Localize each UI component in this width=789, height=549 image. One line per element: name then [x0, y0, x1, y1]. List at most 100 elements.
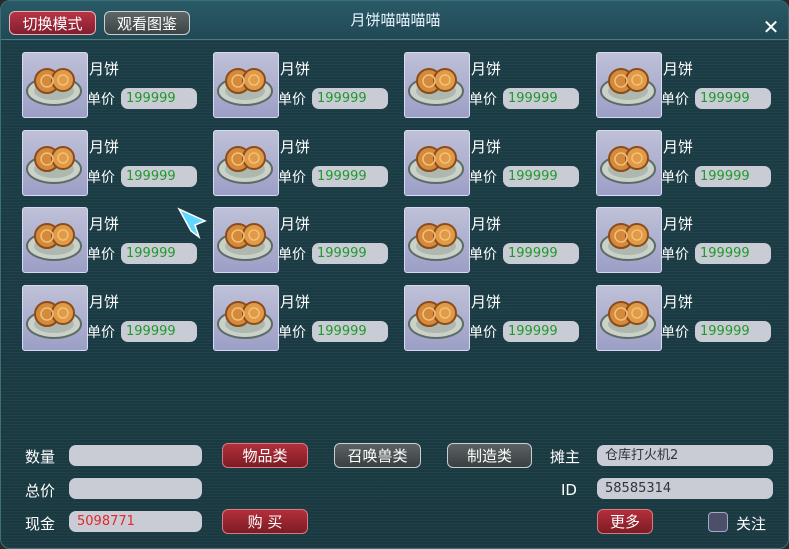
item-cell[interactable]: 月饼 单价 199999 [404, 207, 584, 275]
id-field: 58585314 [597, 478, 773, 499]
category-pets-button[interactable]: 召唤兽类 [334, 443, 421, 468]
price-label: 单价 [87, 170, 115, 186]
price-label: 单价 [278, 92, 306, 108]
item-slot[interactable] [22, 130, 88, 196]
item-cell[interactable]: 月饼 单价 199999 [213, 285, 393, 353]
price-value: 199999 [312, 243, 388, 264]
price-value: 199999 [503, 166, 579, 187]
price-label: 单价 [661, 92, 689, 108]
mooncake-icon [600, 68, 656, 106]
mooncake-icon [217, 223, 273, 261]
price-label: 单价 [661, 170, 689, 186]
price-label: 单价 [661, 247, 689, 263]
follow-label: 关注 [736, 515, 767, 533]
quantity-label: 数量 [25, 448, 56, 466]
mooncake-icon [26, 301, 82, 339]
mooncake-icon [600, 146, 656, 184]
close-icon[interactable]: ✕ [758, 15, 784, 39]
item-cell[interactable]: 月饼 单价 199999 [213, 207, 393, 275]
item-slot[interactable] [22, 207, 88, 273]
item-name: 月饼 [280, 138, 311, 156]
item-cell[interactable]: 月饼 单价 199999 [22, 130, 202, 198]
item-cell[interactable]: 月饼 单价 199999 [404, 130, 584, 198]
cursor-icon [177, 207, 207, 239]
item-slot[interactable] [22, 285, 88, 351]
item-cell[interactable]: 月饼 单价 199999 [596, 207, 776, 275]
follow-checkbox[interactable] [708, 512, 728, 532]
mooncake-icon [26, 223, 82, 261]
item-slot[interactable] [596, 130, 662, 196]
item-name: 月饼 [280, 293, 311, 311]
price-label: 单价 [87, 325, 115, 341]
price-value: 199999 [695, 321, 771, 342]
item-cell[interactable]: 月饼 单价 199999 [22, 207, 202, 275]
title-bar: 月饼喵喵喵喵 切换模式 观看图鉴 ✕ [1, 1, 788, 40]
mooncake-icon [408, 146, 464, 184]
mooncake-icon [408, 223, 464, 261]
item-cell[interactable]: 月饼 单价 199999 [213, 130, 393, 198]
category-items-button[interactable]: 物品类 [222, 443, 308, 468]
mooncake-icon [26, 68, 82, 106]
item-slot[interactable] [213, 207, 279, 273]
price-value: 199999 [695, 243, 771, 264]
item-slot[interactable] [404, 207, 470, 273]
mooncake-icon [408, 68, 464, 106]
item-cell[interactable]: 月饼 单价 199999 [596, 285, 776, 353]
mooncake-icon [217, 68, 273, 106]
more-button[interactable]: 更多 [597, 509, 653, 534]
item-slot[interactable] [596, 285, 662, 351]
price-value: 199999 [503, 321, 579, 342]
price-value: 199999 [312, 321, 388, 342]
item-slot[interactable] [213, 130, 279, 196]
item-cell[interactable]: 月饼 单价 199999 [404, 52, 584, 120]
category-crafts-button[interactable]: 制造类 [447, 443, 532, 468]
item-cell[interactable]: 月饼 单价 199999 [596, 52, 776, 120]
owner-label: 摊主 [550, 448, 581, 466]
mooncake-icon [26, 146, 82, 184]
mooncake-icon [408, 301, 464, 339]
view-catalog-button[interactable]: 观看图鉴 [104, 11, 190, 35]
item-slot[interactable] [596, 207, 662, 273]
quantity-input[interactable] [69, 445, 202, 466]
item-slot[interactable] [596, 52, 662, 118]
item-name: 月饼 [89, 215, 120, 233]
item-cell[interactable]: 月饼 单价 199999 [213, 52, 393, 120]
item-slot[interactable] [404, 52, 470, 118]
price-value: 199999 [312, 88, 388, 109]
item-name: 月饼 [89, 60, 120, 78]
mooncake-icon [217, 301, 273, 339]
item-slot[interactable] [22, 52, 88, 118]
price-label: 单价 [87, 92, 115, 108]
item-name: 月饼 [471, 138, 502, 156]
price-label: 单价 [278, 170, 306, 186]
price-label: 单价 [278, 247, 306, 263]
item-cell[interactable]: 月饼 单价 199999 [404, 285, 584, 353]
price-label: 单价 [469, 92, 497, 108]
buy-button[interactable]: 购 买 [222, 509, 308, 534]
item-slot[interactable] [213, 52, 279, 118]
item-name: 月饼 [280, 60, 311, 78]
cash-field: 5098771 [69, 511, 202, 532]
item-name: 月饼 [471, 293, 502, 311]
item-slot[interactable] [404, 130, 470, 196]
price-value: 199999 [121, 88, 197, 109]
mooncake-icon [600, 223, 656, 261]
price-label: 单价 [469, 247, 497, 263]
item-name: 月饼 [89, 293, 120, 311]
item-name: 月饼 [663, 60, 694, 78]
item-cell[interactable]: 月饼 单价 199999 [22, 285, 202, 353]
id-label: ID [561, 481, 577, 499]
total-price-field [69, 478, 202, 499]
item-cell[interactable]: 月饼 单价 199999 [596, 130, 776, 198]
item-cell[interactable]: 月饼 单价 199999 [22, 52, 202, 120]
item-slot[interactable] [404, 285, 470, 351]
switch-mode-button[interactable]: 切换模式 [9, 11, 96, 35]
price-label: 单价 [469, 325, 497, 341]
price-value: 199999 [695, 166, 771, 187]
item-slot[interactable] [213, 285, 279, 351]
item-name: 月饼 [280, 215, 311, 233]
mooncake-icon [217, 146, 273, 184]
item-name: 月饼 [663, 293, 694, 311]
item-name: 月饼 [471, 215, 502, 233]
price-value: 199999 [503, 243, 579, 264]
